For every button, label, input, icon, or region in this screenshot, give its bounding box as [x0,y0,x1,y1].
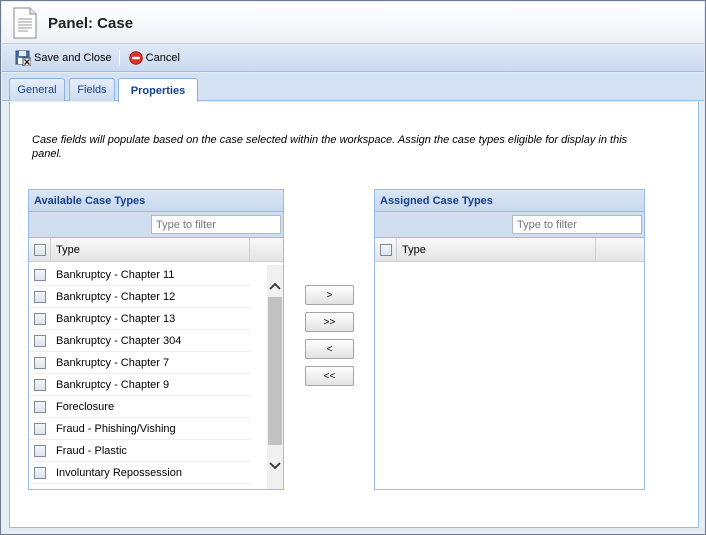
table-row[interactable]: Foreclosure [29,396,251,418]
row-checkbox-cell [29,312,51,325]
page-title: Panel: Case [48,15,134,32]
table-row[interactable]: Bankruptcy - Chapter 12 [29,286,251,308]
assigned-type-column-label: Type [402,243,426,256]
tab-general-label: General [17,84,57,96]
row-checkbox[interactable] [34,466,46,479]
tab-strip: General Fields Properties [2,73,704,102]
row-type-label: Involuntary Repossession [56,466,182,479]
assigned-rows [375,264,644,489]
row-checkbox[interactable] [34,400,46,413]
row-checkbox[interactable] [34,378,46,391]
row-checkbox-cell [29,334,51,347]
scroll-up-arrow[interactable] [267,278,283,294]
toolbar: Save and Close Cancel [2,45,704,72]
window-frame: Panel: Case Save and Close Cancel Genera… [0,0,706,535]
table-row[interactable]: Bankruptcy - Chapter 11 [29,264,251,286]
row-type-label: Bankruptcy - Chapter 9 [56,378,170,391]
available-select-all-cell [29,237,51,262]
available-rows: Bankruptcy - Chapter 11 Bankruptcy - Chap… [29,264,251,489]
document-icon [13,7,37,39]
row-checkbox[interactable] [34,444,46,457]
table-row[interactable]: Bankruptcy - Chapter 9 [29,374,251,396]
page-header: Panel: Case [2,2,704,44]
available-select-all-checkbox[interactable] [33,243,46,256]
available-case-types-grid: Available Case Types Type Bankruptcy - C… [28,189,284,490]
toolbar-separator [118,50,120,66]
cancel-label: Cancel [145,52,180,64]
row-checkbox[interactable] [34,268,46,281]
row-checkbox-cell [29,400,51,413]
add-selected-button[interactable]: > [305,285,354,305]
table-row[interactable]: Bankruptcy - Chapter 13 [29,308,251,330]
cancel-icon [128,51,143,65]
table-row[interactable]: Fraud - Plastic [29,440,251,462]
available-filter-input[interactable] [151,215,281,234]
row-checkbox[interactable] [34,422,46,435]
tab-fields-label: Fields [77,84,107,96]
row-checkbox[interactable] [34,312,46,325]
tab-properties[interactable]: Properties [118,78,198,102]
tab-fields[interactable]: Fields [69,78,115,101]
row-checkbox[interactable] [34,290,46,303]
row-checkbox-cell [29,356,51,369]
description-text: Case fields will populate based on the c… [32,134,628,160]
remove-all-button[interactable]: << [305,366,354,386]
properties-panel: Case fields will populate based on the c… [9,102,699,528]
tab-properties-label: Properties [130,84,186,97]
assigned-grid-title: Assigned Case Types [375,190,644,212]
row-type-label: Fraud - Plastic [56,444,127,457]
row-type-label: Fraud - Phishing/Vishing [56,422,176,435]
row-type-label: Bankruptcy - Chapter 12 [56,290,176,303]
table-row[interactable]: Bankruptcy - Chapter 304 [29,330,251,352]
row-type-label: Bankruptcy - Chapter 13 [56,312,176,325]
assigned-filter-bar [375,212,644,238]
save-and-close-button[interactable]: Save and Close [12,48,115,68]
remove-selected-button[interactable]: < [305,339,354,359]
assigned-select-all-cell [375,237,397,262]
row-type-label: Bankruptcy - Chapter 11 [56,268,175,281]
row-type-label: Foreclosure [56,400,115,413]
available-type-column-header[interactable]: Type [51,237,250,262]
assigned-select-all-checkbox[interactable] [379,243,392,256]
row-checkbox-cell [29,444,51,457]
chevron-up-icon [269,282,281,290]
row-type-label: Bankruptcy - Chapter 7 [56,356,170,369]
tab-general[interactable]: General [9,78,65,101]
available-filter-bar [29,212,283,238]
scroll-thumb[interactable] [268,297,282,445]
available-scrollbar[interactable] [267,265,283,489]
assigned-type-column-header[interactable]: Type [397,237,596,262]
available-type-column-label: Type [56,243,80,256]
table-row[interactable]: Fraud - Phishing/Vishing [29,418,251,440]
add-all-button[interactable]: >> [305,312,354,332]
row-checkbox-cell [29,466,51,479]
scroll-down-arrow[interactable] [267,458,283,474]
row-checkbox-cell [29,268,51,281]
row-type-label: Bankruptcy - Chapter 304 [56,334,182,347]
assigned-case-types-grid: Assigned Case Types Type [374,189,645,490]
row-checkbox-cell [29,378,51,391]
table-row[interactable]: Bankruptcy - Chapter 7 [29,352,251,374]
row-checkbox[interactable] [34,334,46,347]
table-row[interactable]: Involuntary Repossession [29,462,251,484]
available-grid-header: Type [29,237,283,262]
save-and-close-label: Save and Close [34,52,112,64]
assigned-grid-header: Type [375,237,644,262]
row-checkbox-cell [29,422,51,435]
row-checkbox[interactable] [34,356,46,369]
save-close-icon [15,50,31,66]
chevron-down-icon [269,462,281,470]
row-checkbox-cell [29,290,51,303]
available-grid-title: Available Case Types [29,190,283,212]
assigned-filter-input[interactable] [512,215,642,234]
cancel-button[interactable]: Cancel [126,48,183,68]
